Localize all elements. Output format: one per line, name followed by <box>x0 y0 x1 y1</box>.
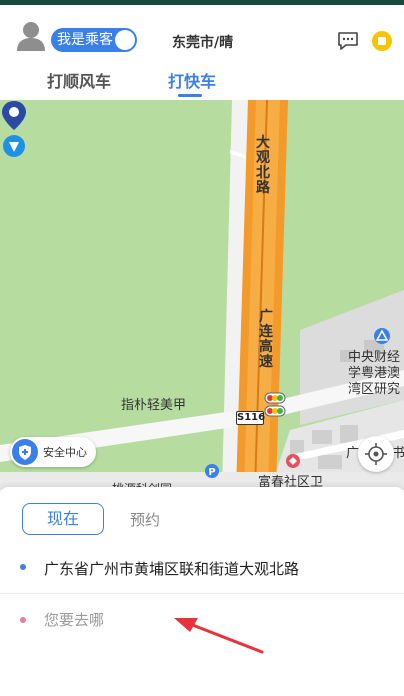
safety-center-label: 安全中心 <box>43 446 87 459</box>
divider <box>0 593 404 594</box>
time-reserve-button[interactable]: 预约 <box>130 509 160 530</box>
message-icon[interactable] <box>337 31 359 51</box>
passenger-role-toggle[interactable]: 我是乘客 <box>51 28 137 52</box>
wallet-icon[interactable] <box>372 31 392 51</box>
role-toggle-label: 我是乘客 <box>57 32 113 48</box>
city-weather[interactable]: 东莞市/晴 <box>172 32 233 52</box>
map-view[interactable]: 大观北路 广连高速 S116 指朴轻美甲 中央财经 学粤港澳 湾区研究 广 书 <box>0 100 404 490</box>
avatar-icon[interactable] <box>16 20 46 52</box>
time-now-button[interactable]: 现在 <box>22 503 104 535</box>
location-pin-icon[interactable] <box>0 100 28 160</box>
poi-pin-label: 指朴轻美甲 <box>121 398 187 413</box>
traffic-light-icon <box>264 392 286 417</box>
tab-express[interactable]: 打快车 <box>168 68 216 92</box>
hospital-icon <box>286 454 300 468</box>
road-label-highway: 广连高速 <box>259 309 273 370</box>
poi-institute-3: 湾区研究 <box>348 382 401 397</box>
safety-center-button[interactable]: 安全中心 <box>10 437 96 467</box>
map-roads <box>0 100 404 490</box>
trip-card: 现在 预约 广东省广州市黄埔区联和街道大观北路 <box>0 487 404 696</box>
header: 我是乘客 东莞市/晴 打顺风车 打快车 <box>0 5 404 100</box>
road-label-major: 大观北路 <box>256 135 270 196</box>
destination-dot-icon <box>20 617 26 623</box>
origin-address[interactable]: 广东省广州市黄埔区联和街道大观北路 <box>44 558 299 579</box>
svg-text:P: P <box>208 467 215 478</box>
app-screen: 我是乘客 东莞市/晴 打顺风车 打快车 大观北路 广连高速 S116 指朴轻美甲… <box>0 0 404 696</box>
tab-hitchhike[interactable]: 打顺风车 <box>47 68 111 92</box>
route-badge: S116 <box>236 411 266 425</box>
toggle-knob <box>115 30 135 50</box>
crosshair-icon <box>365 443 387 465</box>
parking-icon: P <box>205 464 219 478</box>
locate-me-button[interactable] <box>358 436 394 472</box>
shield-icon <box>12 439 38 465</box>
institute-icon <box>374 328 390 344</box>
annotation-arrow-icon <box>174 618 264 654</box>
origin-dot-icon <box>20 564 26 570</box>
active-tab-indicator <box>178 94 202 97</box>
